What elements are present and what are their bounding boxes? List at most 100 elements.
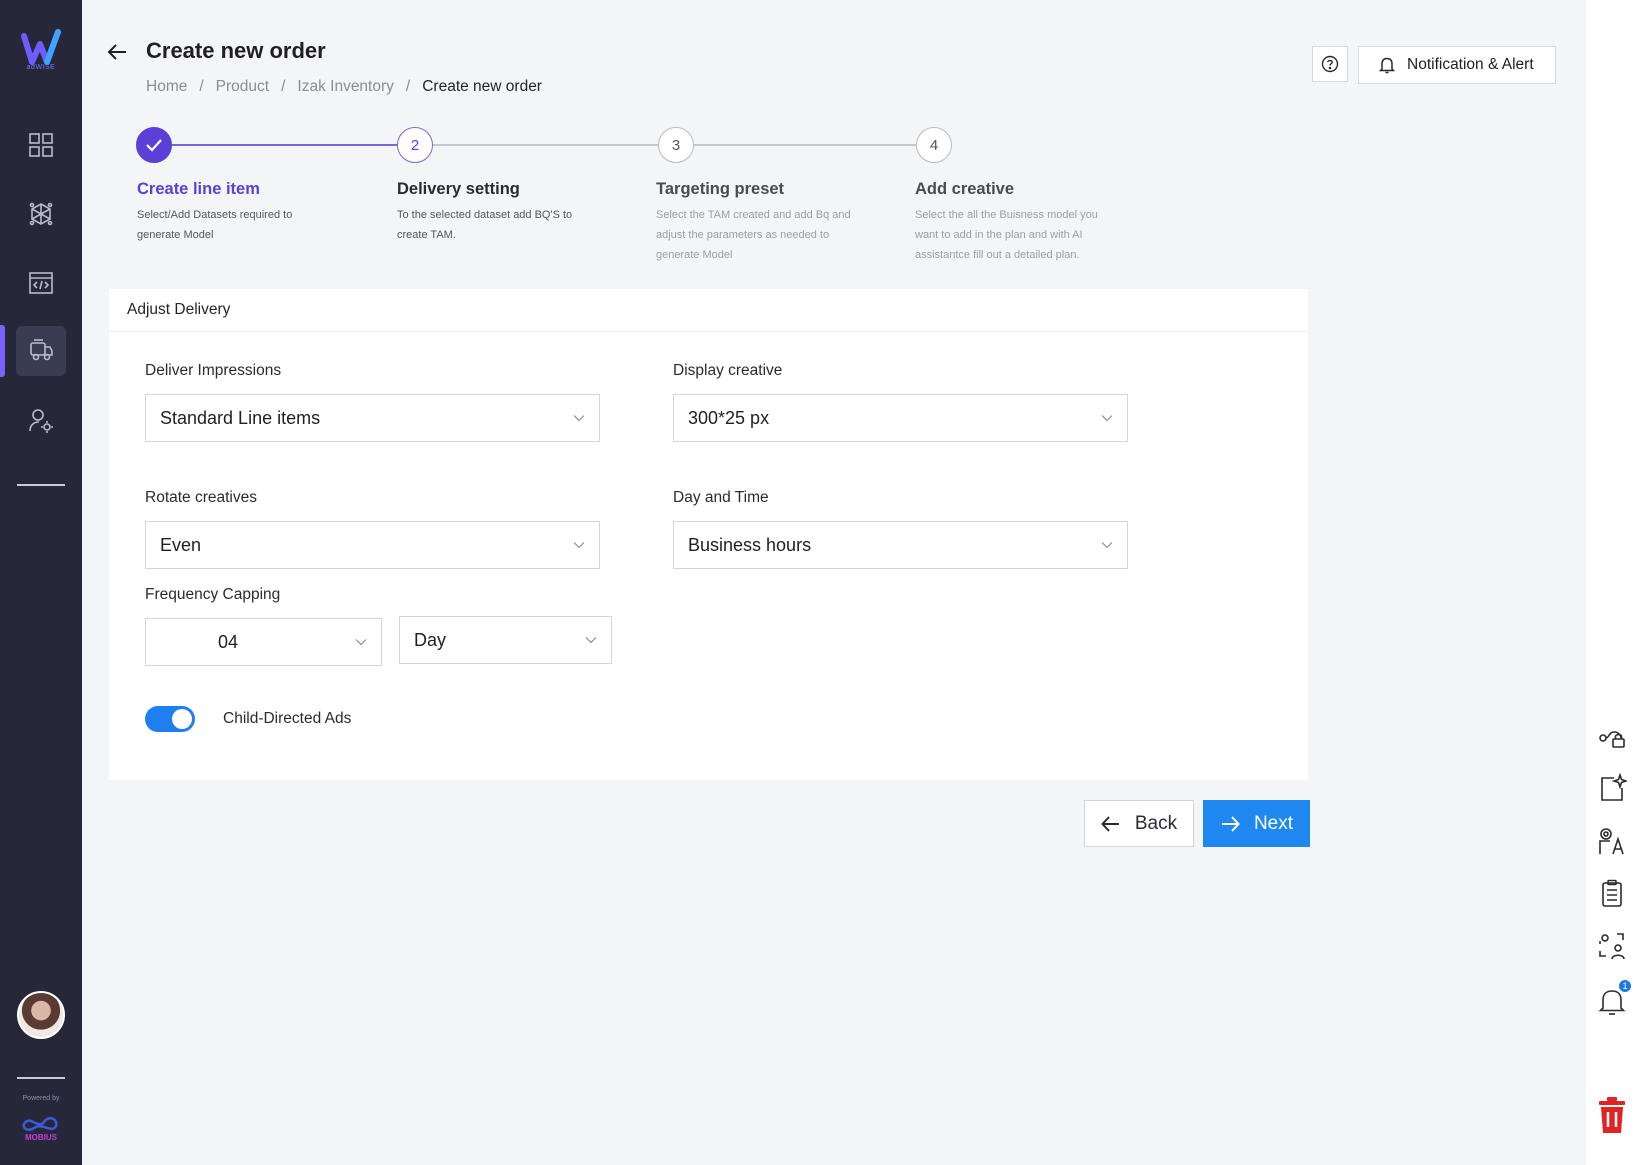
next-button[interactable]: Next (1203, 800, 1310, 847)
step-1-description: Select/Add Datasets required to generate… (137, 209, 293, 241)
breadcrumb-current: Create new order (422, 78, 542, 95)
deliver-impressions-value: Standard Line items (160, 407, 321, 428)
chevron-down-icon (1101, 415, 1113, 422)
breadcrumb-separator: / (281, 78, 286, 95)
sidebar-item-orders[interactable] (16, 326, 66, 376)
step-2-circle[interactable]: 2 (397, 127, 433, 163)
chevron-down-icon (573, 415, 585, 422)
frequency-period-select[interactable]: Day (399, 616, 612, 664)
sparkle-note-icon (1601, 773, 1627, 801)
notification-alert-label: Notification & Alert (1407, 56, 1534, 73)
frequency-capping-label: Frequency Capping (145, 586, 281, 603)
sidebar-item-code[interactable] (16, 258, 66, 308)
display-creative-value: 300*25 px (688, 407, 770, 428)
breadcrumb-separator: / (405, 78, 411, 95)
chevron-down-icon (585, 637, 597, 644)
rail-notifications[interactable]: 1 (1596, 979, 1632, 1017)
next-button-label: Next (1253, 812, 1294, 834)
step-1-title: Create line item (137, 180, 260, 198)
rail-users[interactable] (1596, 930, 1628, 962)
back-button[interactable]: Back (1084, 800, 1194, 847)
day-and-time-value: Business hours (688, 534, 812, 555)
child-directed-ads-label: Child-Directed Ads (223, 710, 352, 727)
user-avatar[interactable] (17, 991, 65, 1039)
trash-icon[interactable] (1596, 1096, 1628, 1134)
chevron-down-icon (1101, 542, 1113, 549)
help-icon (1321, 55, 1339, 73)
adjust-delivery-card: Adjust Delivery Deliver Impressions Stan… (109, 289, 1308, 780)
active-indicator (0, 325, 5, 377)
day-and-time-label: Day and Time (673, 489, 769, 506)
breadcrumb-inventory[interactable]: Izak Inventory (297, 78, 394, 96)
step-3-description: Select the TAM created and add Bq and ad… (656, 209, 851, 261)
chevron-down-icon (355, 639, 367, 646)
help-button[interactable] (1312, 46, 1348, 82)
sidebar-item-dashboard[interactable] (16, 120, 66, 170)
back-button-label: Back (1134, 812, 1178, 834)
mobius-logo: MOBIUS (22, 1116, 58, 1142)
display-creative-label: Display creative (673, 362, 783, 379)
step-2-number: 2 (410, 136, 420, 154)
cloud-lock-icon (1599, 731, 1625, 748)
rotate-creatives-value: Even (160, 534, 202, 555)
right-tool-rail: 1 (1586, 0, 1638, 1165)
left-sidebar: adWISE Powered by MOBIUS (0, 0, 82, 1165)
breadcrumb: Home / Product / Izak Inventory / Create… (146, 78, 542, 96)
day-and-time-select[interactable]: Business hours (673, 521, 1128, 569)
child-directed-ads-toggle[interactable] (145, 706, 195, 732)
bell-icon (1379, 57, 1395, 74)
arrow-left-icon (1101, 815, 1119, 832)
step-4-description: Select the all the Buisness model you wa… (915, 209, 1098, 261)
step-1-complete[interactable] (136, 127, 172, 163)
breadcrumb-home[interactable]: Home (146, 78, 187, 96)
back-arrow-icon[interactable] (106, 40, 130, 64)
card-title: Adjust Delivery (109, 289, 1308, 332)
users-swap-icon (1599, 933, 1625, 960)
sidebar-divider-bottom (17, 1077, 65, 1079)
svg-text:MOBIUS: MOBIUS (25, 1133, 58, 1142)
step-connector-3 (694, 144, 916, 146)
display-creative-select[interactable]: 300*25 px (673, 394, 1128, 442)
notification-alert-button[interactable]: Notification & Alert (1358, 46, 1556, 84)
rail-clipboard[interactable] (1596, 877, 1628, 909)
step-4-circle[interactable]: 4 (916, 127, 952, 163)
notification-count-badge: 1 (1618, 979, 1632, 993)
powered-by-label: Powered by (22, 1095, 60, 1102)
rotate-creatives-select[interactable]: Even (145, 521, 600, 569)
rotate-creatives-label: Rotate creatives (145, 489, 257, 506)
frequency-count-value: 04 (218, 631, 239, 652)
user-settings-icon (29, 409, 53, 433)
clipboard-icon (1602, 879, 1622, 907)
sidebar-divider (17, 484, 65, 486)
chevron-down-icon (573, 542, 585, 549)
rail-link-lock-tool[interactable] (1596, 722, 1628, 754)
sidebar-item-user-settings[interactable] (16, 396, 66, 446)
step-3-title: Targeting preset (656, 180, 785, 198)
frequency-period-value: Day (414, 629, 447, 650)
grid-icon (29, 133, 53, 157)
toggle-knob (172, 709, 192, 729)
check-icon (146, 139, 162, 152)
delivery-van-icon (30, 339, 53, 361)
code-window-icon (29, 272, 53, 294)
step-4-number: 4 (929, 136, 939, 154)
page-title: Create new order (146, 38, 326, 63)
step-3-circle[interactable]: 3 (658, 127, 694, 163)
arrow-right-icon (1221, 815, 1240, 832)
step-connector-2 (433, 144, 658, 146)
network-icon (29, 202, 53, 226)
step-3-number: 3 (671, 136, 681, 154)
frequency-count-select[interactable]: 04 (145, 618, 382, 666)
translate-icon (1599, 828, 1624, 855)
sidebar-item-network[interactable] (16, 189, 66, 239)
step-2-title: Delivery setting (397, 180, 520, 198)
breadcrumb-product[interactable]: Product (216, 78, 269, 96)
deliver-impressions-select[interactable]: Standard Line items (145, 394, 600, 442)
deliver-impressions-label: Deliver Impressions (145, 362, 282, 379)
logo-caption: adWISE (26, 64, 56, 71)
breadcrumb-separator: / (199, 78, 204, 95)
step-4-title: Add creative (915, 180, 1015, 198)
rail-ai-note[interactable] (1596, 772, 1628, 804)
step-connector-1 (172, 144, 397, 146)
rail-translate[interactable] (1596, 825, 1628, 857)
